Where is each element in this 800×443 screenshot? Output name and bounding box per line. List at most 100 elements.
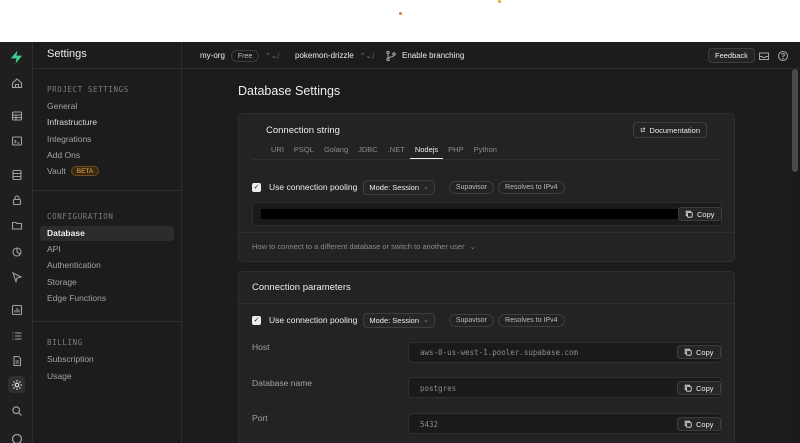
ipv4-badge: Resolves to IPv4 (498, 313, 565, 327)
pool-mode-value: Mode: Session (369, 315, 419, 325)
chevron-down-icon: ⌄ (423, 184, 429, 191)
copy-icon (684, 420, 692, 428)
tab-psql[interactable]: PSQL (289, 143, 319, 159)
enable-branching-button[interactable]: Enable branching (385, 42, 464, 69)
copy-label: Copy (697, 209, 715, 219)
sidebar-item-infrastructure[interactable]: Infrastructure (40, 115, 174, 130)
realtime-icon[interactable] (8, 243, 25, 260)
supabase-logo-icon[interactable] (9, 49, 24, 65)
project-name: pokemon-drizzle (295, 51, 354, 60)
card-divider (238, 303, 735, 304)
home-icon[interactable] (8, 74, 25, 91)
connection-pooling-row: ✓ Use connection pooling Mode: Session ⌄… (252, 179, 569, 195)
chevron-up-down-icon: ⌃⌄ (265, 52, 278, 60)
copy-connection-string-button[interactable]: Copy (678, 207, 722, 221)
pooling-checkbox[interactable]: ✓ (252, 182, 261, 192)
tabs-underline (252, 159, 722, 160)
settings-icon[interactable] (8, 376, 25, 393)
tab-python[interactable]: Python (469, 143, 502, 159)
feedback-button[interactable]: Feedback (708, 48, 755, 63)
database-icon[interactable] (8, 166, 25, 183)
copy-icon (685, 210, 693, 218)
pooling-label: Use connection pooling (269, 315, 358, 325)
section-heading-project-settings: PROJECT SETTINGS (47, 85, 129, 94)
loading-dot (399, 12, 402, 15)
sidebar-title: Settings (47, 48, 87, 60)
branching-label: Enable branching (402, 51, 465, 60)
sidebar-item-subscription[interactable]: Subscription (40, 352, 174, 367)
copy-port-button[interactable]: Copy (677, 417, 721, 431)
copy-label: Copy (696, 383, 714, 393)
copy-label: Copy (696, 419, 714, 429)
user-avatar-icon[interactable] (8, 430, 25, 443)
tab-jdbc[interactable]: JDBC (353, 143, 383, 159)
supavisor-badge: Supavisor (448, 313, 495, 327)
tab-uri[interactable]: URI (266, 143, 289, 159)
sidebar-item-edge-functions[interactable]: Edge Functions (40, 291, 174, 306)
chevron-down-icon: ⌄ (469, 244, 476, 251)
org-name: my-org (200, 51, 225, 60)
tab-php[interactable]: PHP (443, 143, 468, 159)
host-label: Host (252, 342, 270, 352)
sql-editor-icon[interactable] (8, 132, 25, 149)
help-button[interactable] (777, 42, 789, 69)
reports-icon[interactable] (8, 301, 25, 318)
breadcrumb-separator: / (277, 50, 280, 61)
storage-icon[interactable] (8, 216, 25, 233)
sidebar-item-storage[interactable]: Storage (40, 275, 174, 290)
database-name-value: postgres (420, 384, 457, 393)
ipv4-badge: Resolves to IPv4 (498, 180, 565, 194)
loading-dot (498, 0, 501, 3)
external-link-icon (640, 127, 645, 132)
sidebar-item-vault[interactable]: Vault BETA (40, 164, 174, 179)
divider (33, 190, 181, 191)
documentation-button[interactable]: Documentation (633, 122, 707, 138)
beta-badge: BETA (70, 166, 100, 176)
table-editor-icon[interactable] (8, 107, 25, 124)
browser-top-area (0, 0, 800, 42)
copy-database-name-button[interactable]: Copy (677, 381, 721, 395)
logs-icon[interactable] (8, 327, 25, 344)
inbox-button[interactable] (758, 42, 770, 69)
sidebar-header: Settings (33, 42, 182, 69)
sidebar-item-authentication[interactable]: Authentication (40, 258, 174, 273)
how-to-connect-label: How to connect to a different database o… (252, 242, 465, 251)
divider (33, 321, 181, 322)
host-value: aws-0-us-west-1.pooler.supabase.com (420, 348, 579, 357)
tab-nodejs[interactable]: Nodejs (409, 143, 444, 159)
edge-functions-icon[interactable] (8, 268, 25, 285)
search-icon[interactable] (8, 402, 25, 419)
plan-badge: Free (230, 49, 260, 62)
database-name-label: Database name (252, 378, 313, 388)
project-switcher[interactable]: pokemon-drizzle ⌃⌄ (295, 42, 371, 69)
copy-host-button[interactable]: Copy (677, 345, 721, 359)
sidebar-item-integrations[interactable]: Integrations (40, 132, 174, 147)
pool-mode-select[interactable]: Mode: Session ⌄ (363, 179, 435, 195)
card-divider (238, 232, 735, 233)
sidebar-item-general[interactable]: General (40, 99, 174, 114)
section-heading-billing: BILLING (47, 338, 83, 347)
sidebar-item-database[interactable]: Database (40, 226, 174, 241)
docs-icon[interactable] (8, 352, 25, 369)
pooling-checkbox[interactable]: ✓ (252, 315, 261, 325)
pool-mode-select[interactable]: Mode: Session ⌄ (363, 312, 435, 328)
tab-dotnet[interactable]: .NET (383, 143, 410, 159)
auth-icon[interactable] (8, 191, 25, 208)
how-to-connect-link[interactable]: How to connect to a different database o… (252, 242, 475, 251)
sidebar-item-add-ons[interactable]: Add Ons (40, 148, 174, 163)
port-field[interactable] (408, 413, 722, 434)
documentation-label: Documentation (649, 125, 700, 135)
help-icon (777, 50, 789, 61)
connection-parameters-title: Connection parameters (252, 282, 351, 293)
scrollbar-thumb[interactable] (792, 69, 798, 172)
sidebar-item-label: Vault (47, 166, 66, 176)
redacted-connection-string (261, 209, 678, 219)
language-tabs: URI PSQL Golang JDBC .NET Nodejs PHP Pyt… (266, 143, 502, 159)
sidebar-item-usage[interactable]: Usage (40, 369, 174, 384)
org-switcher[interactable]: my-org Free ⌃⌄ (200, 42, 277, 69)
pooling-label: Use connection pooling (269, 182, 358, 192)
port-value: 5432 (420, 420, 439, 429)
sidebar-item-api[interactable]: API (40, 242, 174, 257)
tab-golang[interactable]: Golang (319, 143, 353, 159)
settings-sidebar: Settings PROJECT SETTINGS General Infras… (33, 42, 182, 443)
